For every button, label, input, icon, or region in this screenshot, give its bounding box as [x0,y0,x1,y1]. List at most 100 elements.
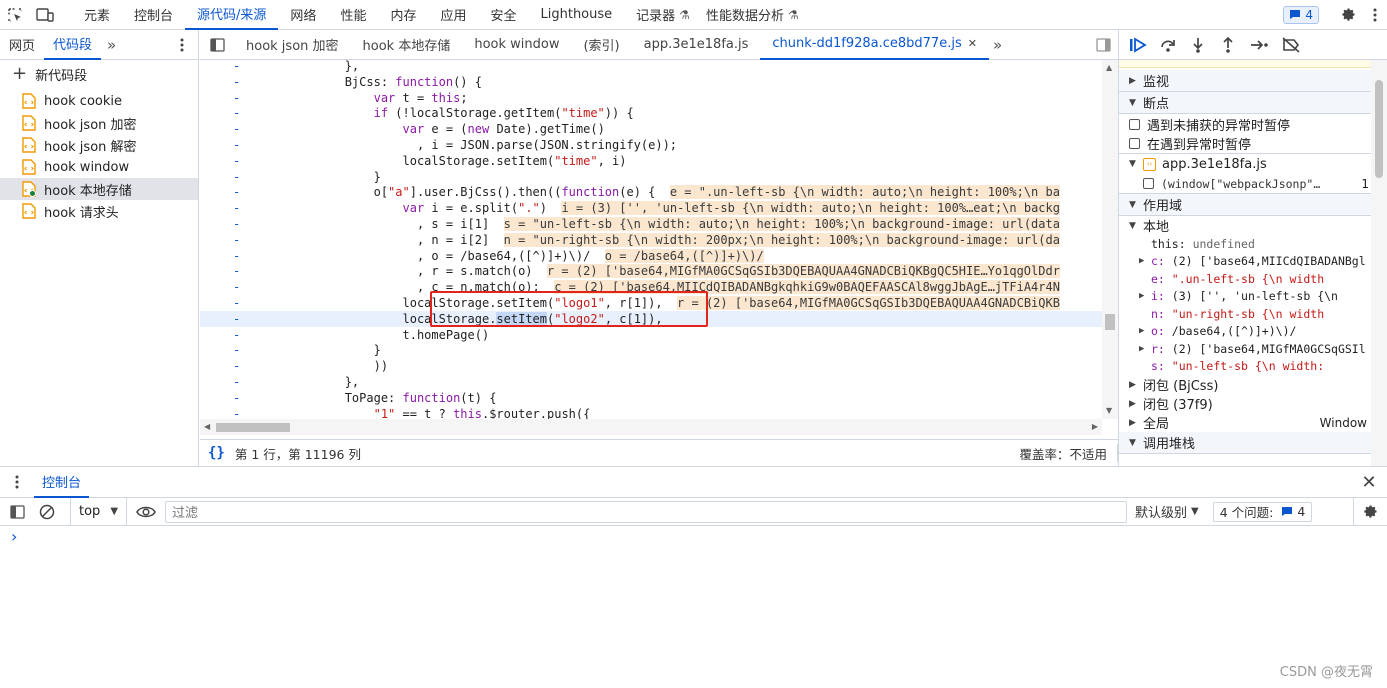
scope-section-header[interactable]: ▼ 作用域 [1119,194,1387,216]
line-gutter-marker[interactable]: - [233,184,243,200]
line-gutter-marker[interactable]: - [233,248,243,264]
closure-bjcss-row[interactable]: ▶ 闭包 (BjCss) [1119,375,1387,394]
console-filter-input[interactable]: 过滤 [165,500,1128,523]
toggle-debugger-icon[interactable] [1088,37,1118,52]
scope-variable-row[interactable]: ▶ i: (3) ['', 'un-left-sb {\n [1119,288,1387,306]
resume-icon[interactable] [1129,36,1147,53]
line-gutter-marker[interactable]: - [233,74,243,90]
scope-variable-row[interactable]: n: "un-right-sb {\n width [1119,305,1387,323]
log-level-selector[interactable]: 默认级别 ▼ [1135,502,1199,521]
breakpoint-checkbox[interactable] [1143,178,1154,189]
console-settings-gear-icon[interactable] [1353,497,1387,526]
breakpoints-section-header[interactable]: ▼ 断点 [1119,92,1387,114]
context-selector[interactable]: top ▼ [70,497,128,526]
code-line[interactable]: - )) [200,358,1102,374]
top-tab[interactable]: 安全 [478,0,528,30]
line-gutter-marker[interactable]: - [233,374,243,390]
step-out-icon[interactable] [1219,36,1237,53]
editor-file-tab[interactable]: (索引) [571,30,631,60]
step-into-icon[interactable] [1189,37,1207,53]
code-line[interactable]: - o["a"].user.BjCss().then((function(e) … [200,184,1102,200]
console-output[interactable]: › CSDN @夜无霄 [0,527,1387,688]
close-tab-icon[interactable]: ✕ [968,37,977,50]
pause-uncaught-checkbox[interactable] [1129,118,1140,130]
code-line[interactable]: - , r = s.match(o) r = (2) ['base64,MIGf… [200,263,1102,279]
code-line[interactable]: - , s = i[1] s = "un-left-sb {\n width: … [200,216,1102,232]
toggle-console-sidebar-icon[interactable] [0,504,34,519]
scope-variable-row[interactable]: ▶ r: (2) ['base64,MIGfMA0GCSqGSIl [1119,340,1387,358]
code-line[interactable]: - BjCss: function() { [200,74,1102,90]
deactivate-breakpoints-icon[interactable] [1281,36,1301,53]
line-gutter-marker[interactable]: - [233,216,243,232]
debugger-scroll-thumb[interactable] [1375,80,1383,178]
closure-37f9-row[interactable]: ▶ 闭包 (37f9) [1119,394,1387,413]
line-gutter-marker[interactable]: - [233,311,243,327]
horizontal-scroll-thumb[interactable] [216,423,290,432]
snippet-item[interactable]: hook 请求头 [0,200,198,222]
line-gutter-marker[interactable]: - [233,295,243,311]
code-line[interactable]: - , o = /base64,([^)]+)\)/ o = /base64,(… [200,248,1102,264]
code-line[interactable]: - , n = i[2] n = "un-right-sb {\n width:… [200,232,1102,248]
top-tab[interactable]: 控制台 [122,0,185,30]
code-line[interactable]: - t.homePage() [200,327,1102,343]
vertical-scroll-thumb[interactable] [1105,314,1115,330]
top-tab[interactable]: 记录器 [624,0,687,30]
line-gutter-marker[interactable]: - [233,342,243,358]
line-gutter-marker[interactable]: - [233,263,243,279]
navigator-menu-icon[interactable] [180,38,198,52]
line-gutter-marker[interactable]: - [233,358,243,374]
top-tab[interactable]: 网络 [278,0,328,30]
line-gutter-marker[interactable]: - [233,153,243,169]
top-tab[interactable]: 源代码/来源 [185,0,279,30]
code-line[interactable]: - }, [200,60,1102,74]
code-line[interactable]: - if (!localStorage.getItem("time")) { [200,105,1102,121]
close-drawer-icon[interactable]: ✕ [1351,472,1387,493]
code-line[interactable]: - var i = e.split(".") i = (3) ['', 'un-… [200,200,1102,216]
debugger-scrollbar[interactable] [1371,60,1387,466]
code-line[interactable]: - ToPage: function(t) { [200,390,1102,406]
snippet-item[interactable]: hook json 加密 [0,112,198,134]
line-gutter-marker[interactable]: - [233,169,243,185]
scope-variable-row[interactable]: ▶ o: /base64,([^)]+)\)/ [1119,323,1387,341]
more-files-chevron-icon[interactable]: » [989,36,1006,54]
scope-variable-row[interactable]: ▶ c: (2) ['base64,MIICdQIBADANBgl [1119,253,1387,271]
pause-uncaught-option[interactable]: 遇到未捕获的异常时暂停 [1119,114,1387,134]
code-line[interactable]: - var e = (new Date).getTime() [200,121,1102,137]
top-tab[interactable]: 性能 [328,0,378,30]
line-gutter-marker[interactable]: - [233,279,243,295]
breakpoint-file-row[interactable]: ▼ ‹› app.3e1e18fa.js [1119,154,1387,174]
snippet-item[interactable]: hook window [0,156,198,178]
line-gutter-marker[interactable]: - [233,137,243,153]
snippet-item[interactable]: hook json 解密 [0,134,198,156]
line-gutter-marker[interactable]: - [233,406,243,419]
scope-variable-row[interactable]: s: "un-left-sb {\n width: [1119,358,1387,376]
line-gutter-marker[interactable]: - [233,60,243,74]
tab-snippets[interactable]: 代码段 [44,30,102,60]
editor-horizontal-scrollbar[interactable]: ◀ ▶ [200,419,1102,435]
device-toolbar-icon[interactable] [30,0,60,30]
more-options-icon[interactable] [1363,0,1387,30]
callstack-section-header[interactable]: ▼ 调用堆栈 [1119,432,1387,454]
tab-console[interactable]: 控制台 [34,466,90,498]
pause-caught-checkbox[interactable] [1129,138,1140,149]
new-snippet-button[interactable]: + 新代码段 [0,60,198,88]
console-issues-button[interactable]: 4 个问题: 4 [1212,501,1313,522]
code-line[interactable]: - } [200,169,1102,185]
step-over-icon[interactable] [1159,37,1177,53]
breakpoint-entry[interactable]: (window["webpackJsonp"… 1 [1119,174,1387,194]
line-gutter-marker[interactable]: - [233,121,243,137]
local-scope-header[interactable]: ▼ 本地 [1119,216,1387,235]
drawer-menu-icon[interactable] [0,475,34,489]
top-tab[interactable]: 内存 [378,0,428,30]
scope-variable-row[interactable]: this: undefined [1119,235,1387,253]
code-line[interactable]: - }, [200,374,1102,390]
scope-variable-row[interactable]: e: ".un-left-sb {\n width [1119,270,1387,288]
line-gutter-marker[interactable]: - [233,200,243,216]
settings-gear-icon[interactable] [1333,0,1363,30]
line-gutter-marker[interactable]: - [233,327,243,343]
live-expression-eye-icon[interactable] [127,505,165,519]
code-line[interactable]: - , i = JSON.parse(JSON.stringify(e)); [200,137,1102,153]
line-gutter-marker[interactable]: - [233,232,243,248]
top-tab[interactable]: 性能数据分析 [694,0,796,30]
editor-file-tab[interactable]: hook 本地存储 [351,30,463,60]
